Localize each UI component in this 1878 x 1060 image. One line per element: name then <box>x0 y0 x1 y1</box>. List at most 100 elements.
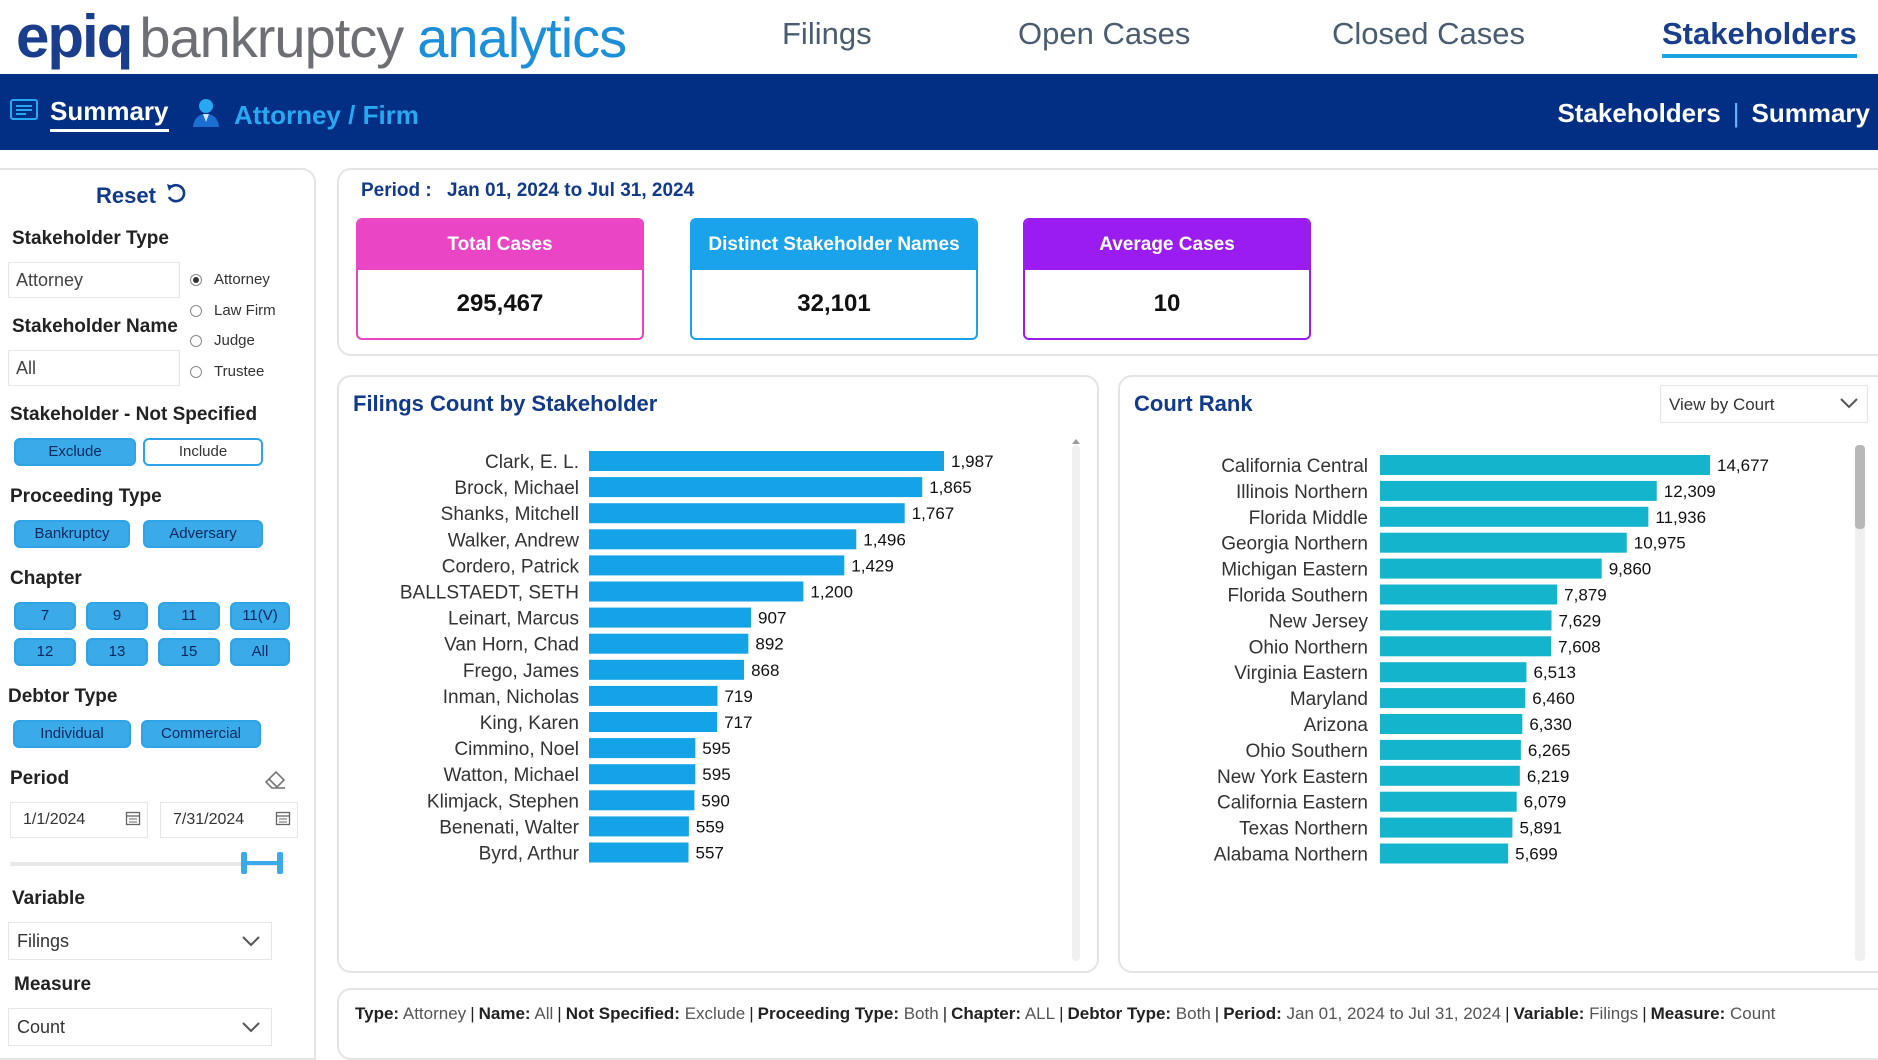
bar[interactable] <box>589 764 696 785</box>
bar[interactable] <box>1380 532 1627 553</box>
bar-value-label: 907 <box>758 609 786 628</box>
chapter-12-button[interactable]: 12 <box>14 638 76 666</box>
scroll-up-icon[interactable] <box>1071 437 1081 445</box>
bar[interactable] <box>1380 739 1521 760</box>
nav-tab-filings[interactable]: Filings <box>782 16 872 52</box>
bar[interactable] <box>589 685 718 706</box>
bar[interactable] <box>1380 480 1657 501</box>
measure-dropdown[interactable]: Count <box>8 1008 272 1046</box>
bar[interactable] <box>589 633 749 654</box>
period-slider-handle[interactable] <box>240 850 284 876</box>
bar[interactable] <box>589 842 689 863</box>
category-label: New York Eastern <box>1217 767 1368 788</box>
individual-button[interactable]: Individual <box>13 720 131 748</box>
kpi-card-total-cases: Total Cases 295,467 <box>356 218 644 340</box>
bar[interactable] <box>1380 636 1552 657</box>
bar[interactable] <box>1380 817 1513 838</box>
bar[interactable] <box>1380 455 1710 475</box>
variable-dropdown[interactable]: Filings <box>8 922 272 960</box>
bankruptcy-button[interactable]: Bankruptcy <box>14 520 130 548</box>
bar[interactable] <box>1380 714 1523 734</box>
subtab-attorney-firm-label: Attorney / Firm <box>234 100 419 130</box>
bar[interactable] <box>1380 843 1509 864</box>
footer-key: Chapter: <box>951 1004 1022 1023</box>
bar[interactable] <box>589 451 944 471</box>
chapter-15-button[interactable]: 15 <box>158 638 220 666</box>
subtab-summary[interactable]: Summary <box>10 96 169 132</box>
bar[interactable] <box>589 477 923 498</box>
bar[interactable] <box>589 712 718 732</box>
bar[interactable] <box>1380 558 1602 579</box>
chapter-13-button[interactable]: 13 <box>86 638 148 666</box>
period-display-label: Period : <box>361 180 432 201</box>
bar[interactable] <box>1380 791 1517 812</box>
stakeholder-type-label: Stakeholder Type <box>12 228 169 249</box>
bar[interactable] <box>1380 584 1558 605</box>
nav-tab-open-cases[interactable]: Open Cases <box>1018 16 1190 52</box>
bar[interactable] <box>589 581 804 602</box>
breadcrumb-section[interactable]: Stakeholders <box>1557 98 1720 129</box>
bar-value-label: 595 <box>702 765 730 784</box>
chapter-label: Chapter <box>10 568 82 589</box>
category-label: Texas Northern <box>1239 819 1368 840</box>
adversary-button[interactable]: Adversary <box>143 520 263 548</box>
bar-value-label: 5,891 <box>1519 819 1562 838</box>
footer-value: Filings <box>1584 1004 1639 1023</box>
bar-value-label: 14,677 <box>1717 456 1769 475</box>
reset-button[interactable]: Reset <box>96 182 188 210</box>
radio-attorney[interactable]: Attorney <box>190 271 270 288</box>
bar[interactable] <box>589 659 745 680</box>
bar-value-label: 6,079 <box>1524 793 1567 812</box>
period-end-value: 7/31/2024 <box>173 811 245 828</box>
court-scrollbar-thumb[interactable] <box>1855 445 1865 529</box>
stakeholder-name-select[interactable]: All <box>8 350 180 386</box>
bar[interactable] <box>589 555 845 576</box>
bar[interactable] <box>1380 662 1527 683</box>
chapter-all-button[interactable]: All <box>230 638 290 666</box>
bar[interactable] <box>1380 688 1526 709</box>
bar[interactable] <box>1380 506 1649 527</box>
category-label: Michigan Eastern <box>1221 560 1368 581</box>
subtab-attorney-firm[interactable]: Attorney / Firm <box>190 96 419 135</box>
bar[interactable] <box>589 816 689 837</box>
bar[interactable] <box>589 503 905 524</box>
variable-value: Filings <box>17 931 70 951</box>
chapter-11v-button[interactable]: 11(V) <box>230 602 290 630</box>
bar-value-label: 590 <box>701 791 729 810</box>
debtor-type-label: Debtor Type <box>8 686 118 707</box>
stakeholder-type-select[interactable]: Attorney <box>8 262 180 298</box>
radio-trustee[interactable]: Trustee <box>190 363 264 380</box>
eraser-icon[interactable] <box>264 770 286 795</box>
nav-tab-closed-cases[interactable]: Closed Cases <box>1332 16 1525 52</box>
filings-scrollbar[interactable] <box>1072 445 1080 961</box>
bar-value-label: 559 <box>696 817 724 836</box>
bar[interactable] <box>589 738 696 759</box>
exclude-button[interactable]: Exclude <box>14 438 136 466</box>
proceeding-type-label: Proceeding Type <box>10 486 162 507</box>
calendar-icon <box>275 810 291 831</box>
bar[interactable] <box>589 607 752 628</box>
radio-judge[interactable]: Judge <box>190 332 255 349</box>
footer-separator: | <box>557 1004 562 1023</box>
chapter-11-button[interactable]: 11 <box>158 602 220 630</box>
period-start-date[interactable]: 1/1/2024 <box>10 802 148 838</box>
period-end-date[interactable]: 7/31/2024 <box>160 802 298 838</box>
footer-key: Variable: <box>1513 1004 1585 1023</box>
nav-tab-stakeholders[interactable]: Stakeholders <box>1662 16 1857 58</box>
chapter-9-button[interactable]: 9 <box>86 602 148 630</box>
include-button[interactable]: Include <box>143 438 263 466</box>
radio-law-firm[interactable]: Law Firm <box>190 302 276 319</box>
bar-value-label: 717 <box>724 713 752 732</box>
commercial-button[interactable]: Commercial <box>141 720 261 748</box>
kpi-title: Average Cases <box>1025 220 1309 270</box>
bar-value-label: 11,936 <box>1655 508 1706 527</box>
bar[interactable] <box>589 790 695 811</box>
chapter-7-button[interactable]: 7 <box>14 602 76 630</box>
bar[interactable] <box>589 529 857 550</box>
bar[interactable] <box>1380 610 1552 631</box>
brand-logo[interactable]: epiq bankruptcy analytics <box>16 2 627 72</box>
bar-value-label: 719 <box>724 687 752 706</box>
category-label: Illinois Northern <box>1236 482 1368 503</box>
bar[interactable] <box>1380 765 1520 786</box>
court-rank-card: Court Rank View by Court California Cent… <box>1118 375 1878 973</box>
